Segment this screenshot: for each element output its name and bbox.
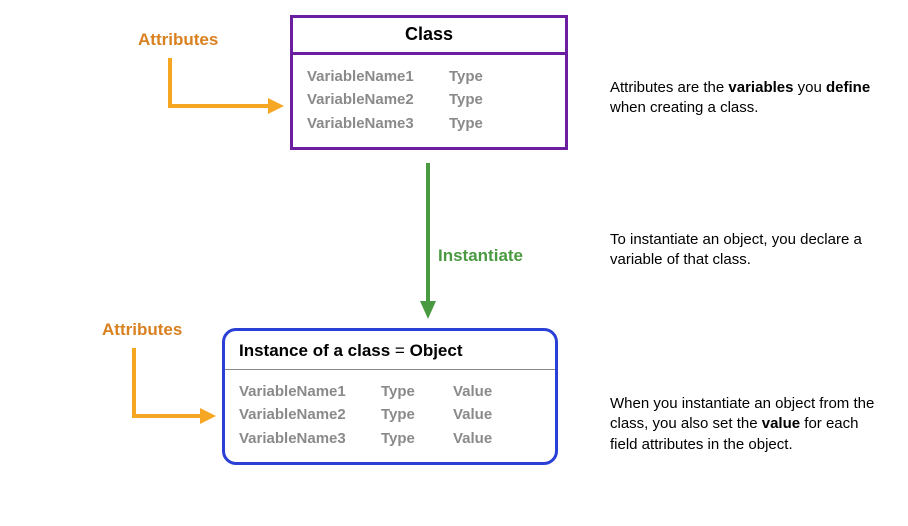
class-box-title: Class xyxy=(293,18,565,55)
attributes-label-bottom: Attributes xyxy=(102,320,182,340)
object-row: VariableName1 Type Value xyxy=(239,380,541,403)
var-name: VariableName1 xyxy=(239,380,359,403)
var-name: VariableName2 xyxy=(307,88,427,111)
var-name: VariableName3 xyxy=(239,427,359,450)
desc-bold: value xyxy=(762,415,800,432)
var-value: Value xyxy=(453,403,503,426)
var-name: VariableName3 xyxy=(307,112,427,135)
object-box: Instance of a class = Object VariableNam… xyxy=(222,328,558,465)
var-type: Type xyxy=(449,65,499,88)
object-title-prefix: Instance of a class xyxy=(239,341,390,360)
desc-text: you xyxy=(793,79,826,96)
object-title-obj: Object xyxy=(410,341,463,360)
object-row: VariableName2 Type Value xyxy=(239,403,541,426)
instantiate-label: Instantiate xyxy=(438,246,523,266)
description-object-values: When you instantiate an object from the … xyxy=(610,394,890,455)
description-attributes: Attributes are the variables you define … xyxy=(610,78,890,119)
object-box-title: Instance of a class = Object xyxy=(225,331,555,361)
object-box-body: VariableName1 Type Value VariableName2 T… xyxy=(225,370,555,462)
object-title-eq: = xyxy=(395,341,405,360)
var-type: Type xyxy=(449,112,499,135)
desc-text: Attributes are the xyxy=(610,79,728,96)
arrow-instantiate xyxy=(414,163,444,323)
class-row: VariableName3 Type xyxy=(307,112,551,135)
class-row: VariableName1 Type xyxy=(307,65,551,88)
arrow-attributes-top xyxy=(160,54,300,124)
var-name: VariableName1 xyxy=(307,65,427,88)
var-type: Type xyxy=(449,88,499,111)
attributes-label-top: Attributes xyxy=(138,30,218,50)
class-row: VariableName2 Type xyxy=(307,88,551,111)
description-instantiate: To instantiate an object, you declare a … xyxy=(610,230,890,271)
desc-bold: variables xyxy=(728,79,793,96)
var-value: Value xyxy=(453,427,503,450)
desc-text: when creating a class. xyxy=(610,99,758,116)
arrow-attributes-bottom xyxy=(124,344,234,434)
class-box-body: VariableName1 Type VariableName2 Type Va… xyxy=(293,55,565,147)
var-type: Type xyxy=(381,427,431,450)
var-name: VariableName2 xyxy=(239,403,359,426)
desc-bold: define xyxy=(826,79,870,96)
var-type: Type xyxy=(381,403,431,426)
class-box: Class VariableName1 Type VariableName2 T… xyxy=(290,15,568,150)
var-type: Type xyxy=(381,380,431,403)
var-value: Value xyxy=(453,380,503,403)
object-row: VariableName3 Type Value xyxy=(239,427,541,450)
